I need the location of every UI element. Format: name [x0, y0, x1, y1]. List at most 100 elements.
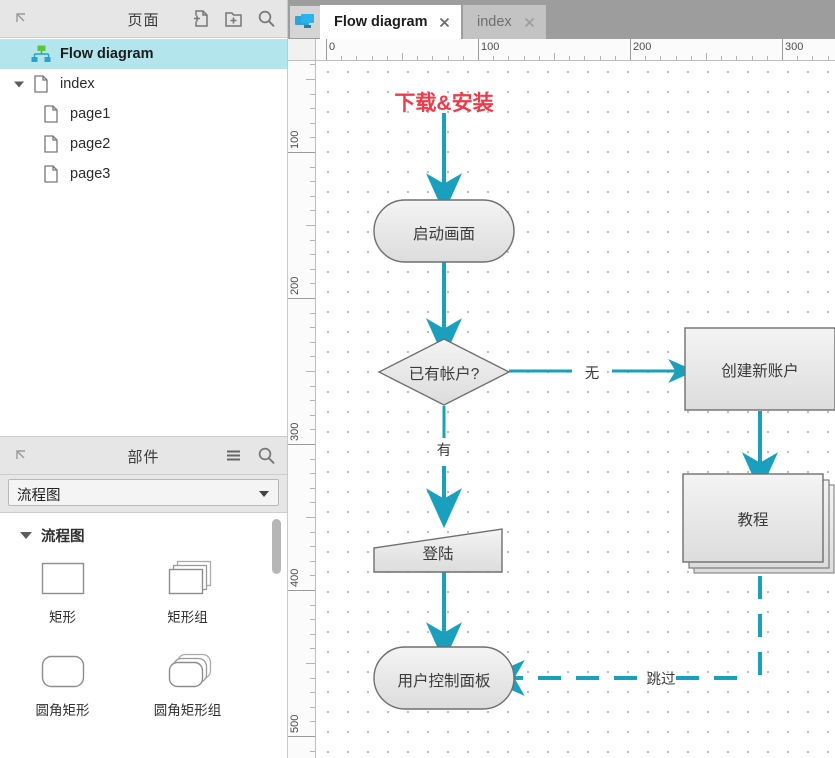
tree-item-flow-diagram[interactable]: Flow diagram [0, 39, 287, 69]
chevron-down-icon[interactable] [20, 532, 32, 539]
ruler-tick [310, 429, 315, 431]
widget-grid: 矩形 矩形组 圆角矩形 圆角矩形组 [0, 550, 287, 736]
editor-area: Flow diagram index 0 100 200 300 100 200 300 4… [288, 0, 835, 758]
widget-group-label: 流程图 [41, 529, 85, 545]
ruler-tick [310, 546, 315, 548]
node-label-create-account: 创建新账户 [721, 363, 799, 380]
ruler-label: 100 [289, 130, 301, 149]
left-column: 页面 Flow diagram index page1 page2 page3 … [0, 0, 288, 758]
ruler-tick [310, 414, 315, 416]
add-folder-icon[interactable] [223, 8, 244, 29]
widget-group-header[interactable]: 流程图 [20, 525, 287, 546]
widget-list-scrollbar[interactable] [272, 519, 281, 751]
ruler-tick [306, 663, 315, 664]
ruler-tick [341, 56, 343, 60]
ruler-tick [310, 210, 315, 212]
ruler-label: 300 [289, 422, 301, 441]
ruler-tick [462, 56, 464, 60]
ruler-label: 0 [329, 41, 336, 53]
ruler-tick [306, 225, 315, 226]
ruler-tick [478, 39, 479, 60]
ruler-tick [310, 458, 315, 460]
ruler-tick [356, 56, 358, 60]
tab-label: Flow diagram [334, 14, 428, 30]
search-icon[interactable] [256, 445, 277, 466]
tab-label: index [477, 14, 512, 30]
widget-item-rectangle[interactable]: 矩形 [0, 550, 125, 643]
diagram-shapes [373, 113, 835, 710]
ruler-tick [538, 56, 540, 60]
tree-item-label: index [60, 76, 95, 92]
ruler-tick [310, 93, 315, 95]
ruler-tick [310, 750, 315, 752]
ruler-tick [288, 590, 315, 591]
ruler-tick [310, 473, 315, 475]
widget-item-rectangle-group[interactable]: 矩形组 [125, 550, 250, 643]
ruler-tick [584, 56, 586, 60]
ruler-tick [310, 385, 315, 387]
ruler-tick [310, 327, 315, 329]
edge-label-yes: 有 [436, 443, 452, 459]
rounded-rectangle-stack-icon [160, 643, 216, 701]
node-label-tutorial: 教程 [737, 512, 769, 529]
widget-item-rounded-rectangle[interactable]: 圆角矩形 [0, 643, 125, 736]
ruler-tick [306, 371, 315, 372]
ruler-tick [310, 677, 315, 679]
widget-library-select[interactable]: 流程图 [8, 479, 279, 506]
ruler-tick [310, 604, 315, 606]
ruler-tick [630, 39, 631, 60]
tab-index[interactable]: index [463, 5, 546, 39]
ruler-tick [310, 341, 315, 343]
tree-item-label: Flow diagram [60, 46, 154, 62]
search-icon[interactable] [256, 8, 277, 29]
ruler-tick [310, 268, 315, 270]
ruler-tick [402, 53, 403, 60]
ruler-tick [569, 56, 571, 60]
flow-diagram-icon [30, 43, 52, 65]
ruler-tick [797, 56, 799, 60]
ruler-tick [721, 56, 723, 60]
vertical-ruler[interactable]: 100 200 300 400 500 [288, 61, 316, 758]
ruler-tick [310, 254, 315, 256]
tree-item-page1[interactable]: page1 [0, 99, 287, 129]
close-icon[interactable] [438, 16, 451, 29]
tree-item-page2[interactable]: page2 [0, 129, 287, 159]
ruler-tick [554, 53, 555, 60]
close-icon[interactable] [523, 16, 536, 29]
tree-item-page3[interactable]: page3 [0, 159, 287, 189]
ruler-tick [736, 56, 738, 60]
ruler-label: 500 [289, 714, 301, 733]
ruler-tick [310, 137, 315, 139]
ruler-tick [812, 56, 814, 60]
ruler-tick [447, 56, 449, 60]
diagram-canvas[interactable]: 下载&安装 启动画面 已有帐户? 创建新账户 登陆 教程 用户控制面板 无 有 … [317, 61, 835, 758]
ruler-tick [310, 64, 315, 66]
scrollbar-thumb[interactable] [272, 519, 281, 574]
page-tree: Flow diagram index page1 page2 page3 [0, 39, 287, 435]
app-window: 页面 Flow diagram index page1 page2 page3 … [0, 0, 835, 758]
chevron-down-icon[interactable] [259, 491, 269, 497]
ruler-tick [310, 560, 315, 562]
widgets-panel-actions [223, 445, 277, 466]
tab-flow-diagram[interactable]: Flow diagram [320, 5, 462, 39]
ruler-tick [417, 56, 419, 60]
horizontal-ruler[interactable]: 0 100 200 300 [316, 39, 835, 61]
widget-item-rounded-rectangle-group[interactable]: 圆角矩形组 [125, 643, 250, 736]
rounded-rectangle-icon [35, 643, 91, 701]
ruler-tick [310, 108, 315, 110]
ruler-label: 400 [289, 568, 301, 587]
ruler-label: 200 [633, 41, 652, 53]
tree-item-index[interactable]: index [0, 69, 287, 99]
node-label-dashboard: 用户控制面板 [397, 673, 491, 690]
ruler-tick [523, 56, 525, 60]
widget-item-label: 矩形 [49, 610, 76, 625]
ruler-tick [288, 152, 315, 153]
node-label-login: 登陆 [422, 546, 454, 563]
list-menu-icon[interactable] [223, 445, 244, 466]
widget-list: 流程图 矩形 矩形组 圆角矩形 圆角矩形组 [0, 513, 287, 758]
add-page-icon[interactable] [190, 8, 211, 29]
ruler-tick [827, 56, 829, 60]
ruler-tick [310, 487, 315, 489]
ruler-tick [310, 122, 315, 124]
chevron-down-icon[interactable] [12, 77, 26, 91]
